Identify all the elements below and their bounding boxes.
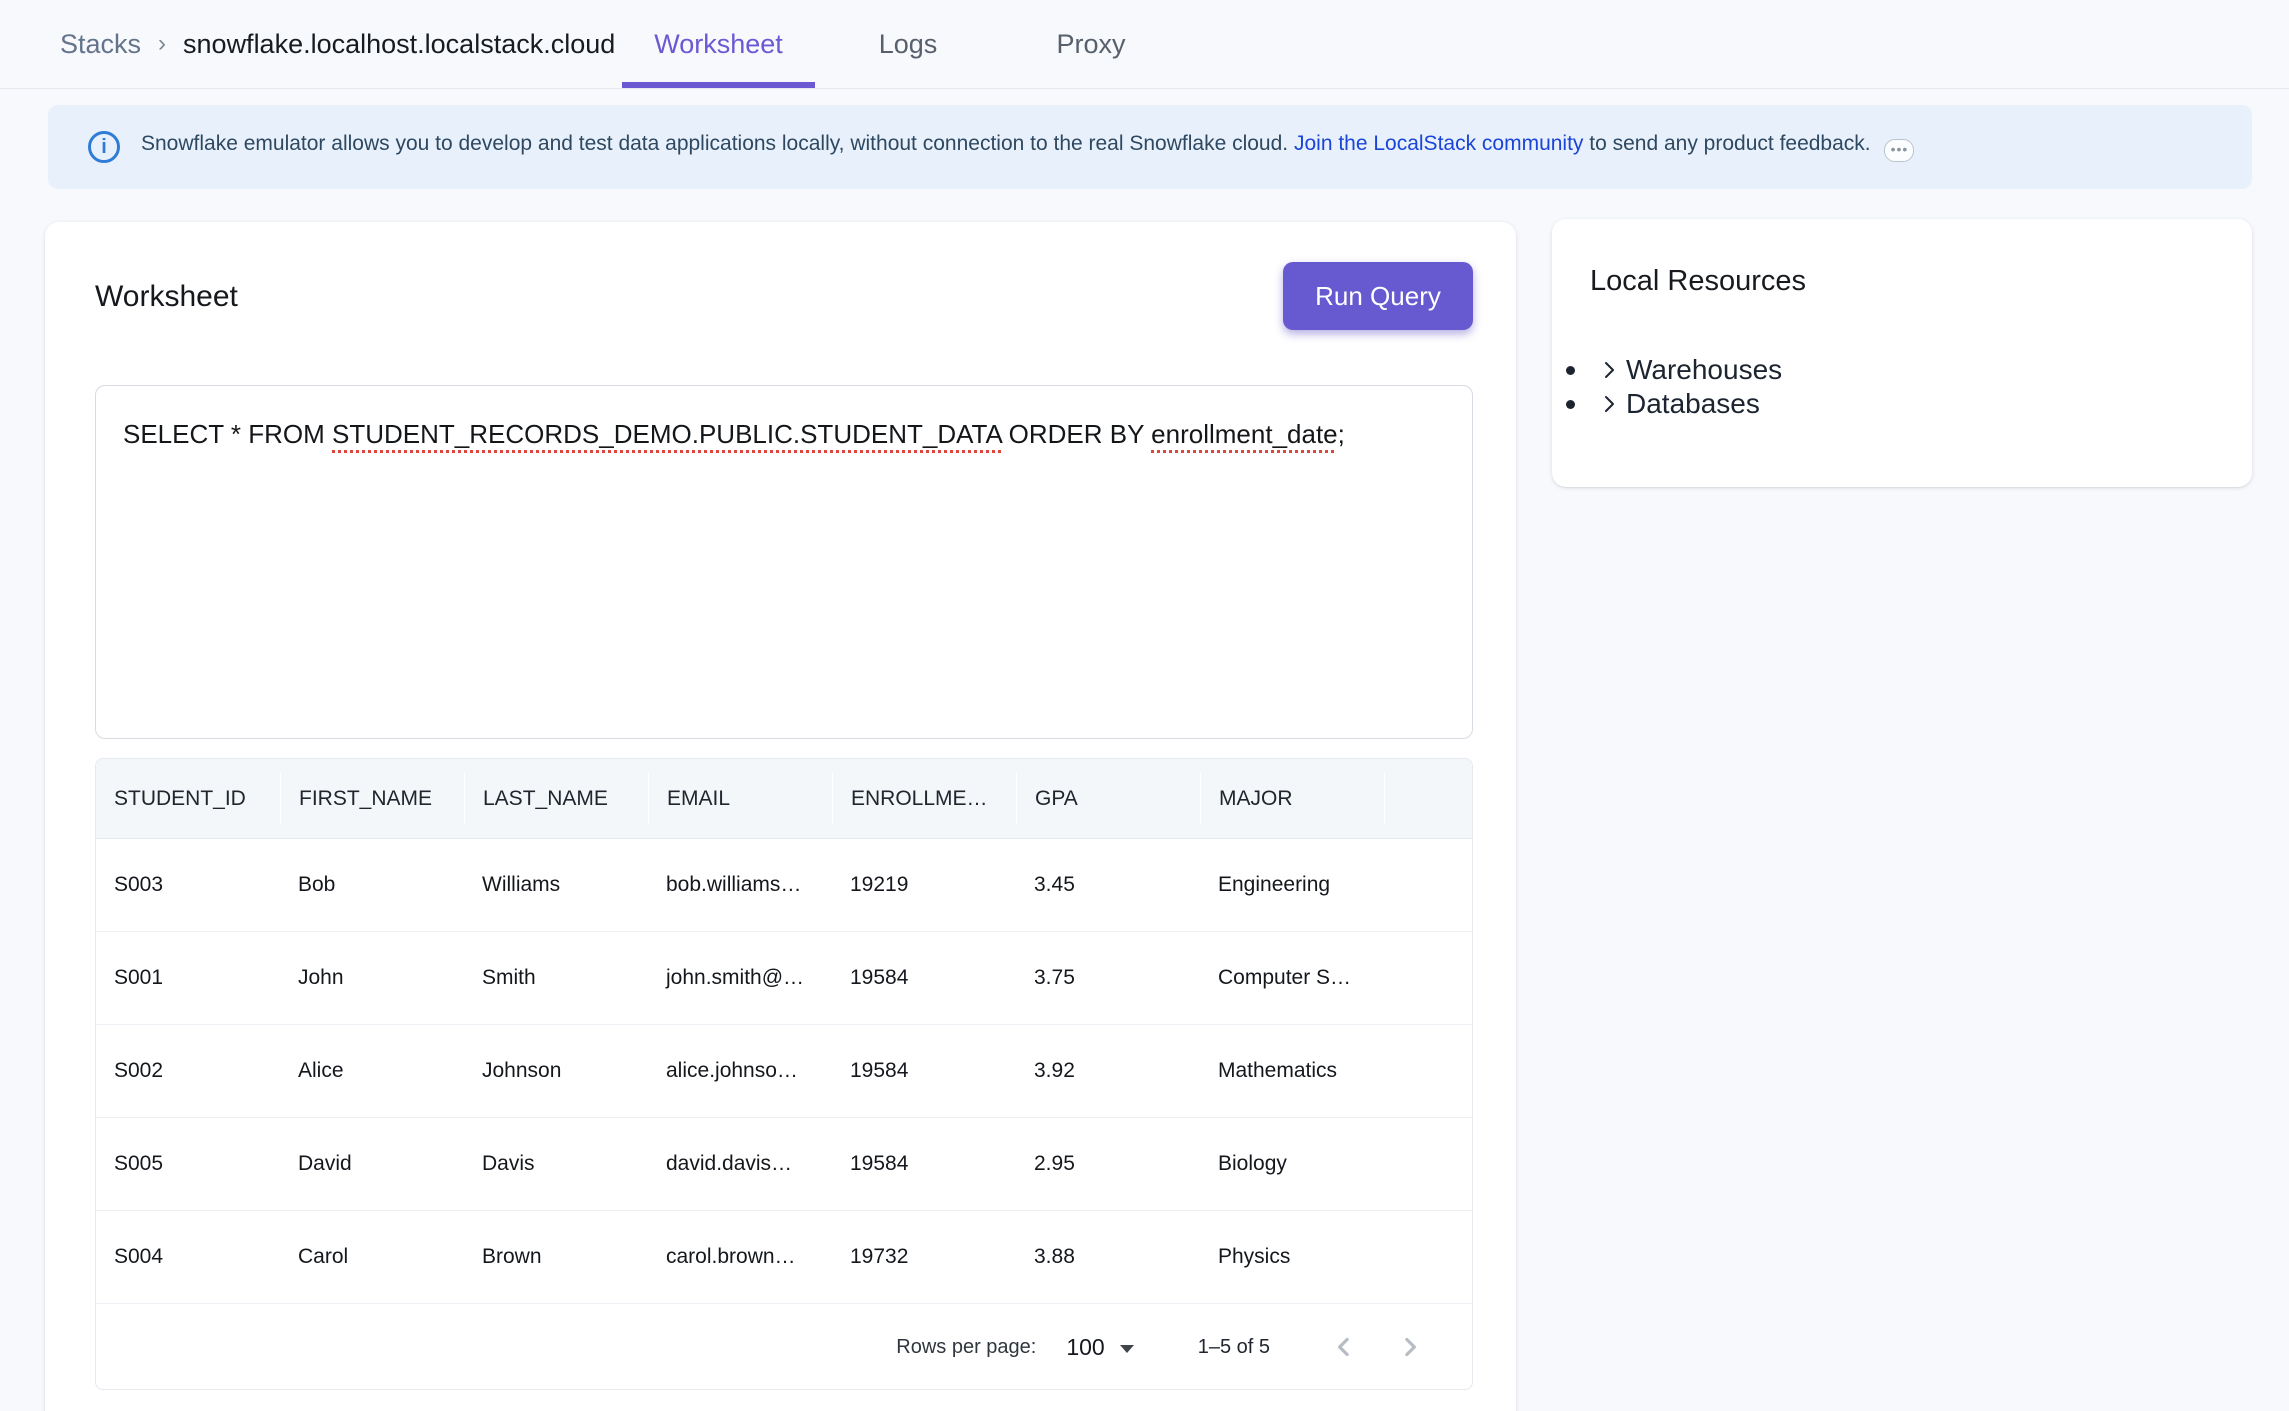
table-cell: 3.92 xyxy=(1016,1059,1200,1083)
bullet-icon xyxy=(1566,400,1575,409)
table-cell: 3.45 xyxy=(1016,873,1200,897)
table-cell: Johnson xyxy=(464,1059,648,1083)
rows-per-page-label: Rows per page: xyxy=(896,1336,1036,1359)
table-cell: Bob xyxy=(280,873,464,897)
sql-text-prefix: SELECT * FROM xyxy=(123,419,332,449)
worksheet-panel: Worksheet Run Query SELECT * FROM STUDEN… xyxy=(45,222,1516,1411)
table-cell: john.smith@… xyxy=(648,966,832,990)
column-header-spacer xyxy=(1384,773,1472,825)
table-header-row: STUDENT_IDFIRST_NAMELAST_NAMEEMAILENROLL… xyxy=(96,759,1472,839)
local-resources-title: Local Resources xyxy=(1590,265,1806,298)
column-header-first-name[interactable]: FIRST_NAME xyxy=(280,773,464,825)
table-cell: David xyxy=(280,1152,464,1176)
next-page-button[interactable] xyxy=(1392,1329,1428,1365)
table-cell: S005 xyxy=(96,1152,280,1176)
column-header-gpa[interactable]: GPA xyxy=(1016,773,1200,825)
info-icon: i xyxy=(88,131,120,163)
breadcrumb: Stacks › snowflake.localhost.localstack.… xyxy=(60,24,615,64)
resource-item-label: Databases xyxy=(1626,388,1760,420)
speech-balloon-icon: ••• xyxy=(1884,139,1914,162)
table-cell: Biology xyxy=(1200,1152,1384,1176)
table-cell: 2.95 xyxy=(1016,1152,1200,1176)
table-cell: alice.johnso… xyxy=(648,1059,832,1083)
sql-table-reference: STUDENT_RECORDS_DEMO.PUBLIC.STUDENT_DATA xyxy=(332,419,1001,449)
rows-per-page-select[interactable]: 100 xyxy=(1066,1334,1133,1361)
table-row[interactable]: S005DavidDavisdavid.davis…195842.95Biolo… xyxy=(96,1118,1472,1211)
pagination-range: 1–5 of 5 xyxy=(1198,1336,1270,1359)
tab-worksheet[interactable]: Worksheet xyxy=(622,24,815,64)
table-cell: Alice xyxy=(280,1059,464,1083)
breadcrumb-stacks-link[interactable]: Stacks xyxy=(60,29,141,60)
table-cell: John xyxy=(280,966,464,990)
table-cell: S003 xyxy=(96,873,280,897)
table-cell: Computer S… xyxy=(1200,966,1384,990)
resource-item-databases[interactable]: Databases xyxy=(1562,387,1782,421)
table-row[interactable]: S002AliceJohnsonalice.johnso…195843.92Ma… xyxy=(96,1025,1472,1118)
column-header-student-id[interactable]: STUDENT_ID xyxy=(96,773,280,825)
banner-text-before: Snowflake emulator allows you to develop… xyxy=(141,132,1294,155)
resource-item-label: Warehouses xyxy=(1626,354,1782,386)
top-navigation: Stacks › snowflake.localhost.localstack.… xyxy=(0,0,2289,89)
table-cell: carol.brown… xyxy=(648,1245,832,1269)
sql-text-suffix: ; xyxy=(1338,419,1345,449)
table-body: S003BobWilliamsbob.williams…192193.45Eng… xyxy=(96,839,1472,1304)
table-pagination: Rows per page: 100 1–5 of 5 xyxy=(96,1304,1472,1390)
table-cell: Carol xyxy=(280,1245,464,1269)
breadcrumb-separator-icon: › xyxy=(158,30,166,58)
column-header-enrollme-[interactable]: ENROLLME… xyxy=(832,773,1016,825)
column-header-last-name[interactable]: LAST_NAME xyxy=(464,773,648,825)
chevron-right-icon xyxy=(1597,358,1621,382)
column-header-email[interactable]: EMAIL xyxy=(648,773,832,825)
tab-proxy[interactable]: Proxy xyxy=(1016,24,1166,64)
table-cell: bob.williams… xyxy=(648,873,832,897)
table-cell: S001 xyxy=(96,966,280,990)
previous-page-button[interactable] xyxy=(1326,1329,1362,1365)
chevron-right-icon xyxy=(1395,1332,1425,1362)
table-cell: Brown xyxy=(464,1245,648,1269)
table-cell: 19219 xyxy=(832,873,1016,897)
rows-per-page-value: 100 xyxy=(1066,1334,1104,1361)
sql-text-middle: ORDER BY xyxy=(1001,419,1151,449)
table-row[interactable]: S001JohnSmithjohn.smith@…195843.75Comput… xyxy=(96,932,1472,1025)
bullet-icon xyxy=(1566,366,1575,375)
local-resources-list: WarehousesDatabases xyxy=(1562,353,1782,421)
table-row[interactable]: S003BobWilliamsbob.williams…192193.45Eng… xyxy=(96,839,1472,932)
breadcrumb-current-stack: snowflake.localhost.localstack.cloud xyxy=(183,29,615,60)
table-cell: Physics xyxy=(1200,1245,1384,1269)
table-cell: Williams xyxy=(464,873,648,897)
table-cell: david.davis… xyxy=(648,1152,832,1176)
run-query-button[interactable]: Run Query xyxy=(1283,262,1473,330)
info-banner: i Snowflake emulator allows you to devel… xyxy=(48,105,2252,189)
active-tab-indicator xyxy=(622,82,815,88)
table-row[interactable]: S004CarolBrowncarol.brown…197323.88Physi… xyxy=(96,1211,1472,1304)
chevron-left-icon xyxy=(1329,1332,1359,1362)
table-cell: Mathematics xyxy=(1200,1059,1384,1083)
table-cell: 19584 xyxy=(832,1152,1016,1176)
banner-text: Snowflake emulator allows you to develop… xyxy=(141,132,1914,162)
table-cell: Smith xyxy=(464,966,648,990)
caret-down-icon xyxy=(1120,1345,1134,1353)
worksheet-panel-title: Worksheet xyxy=(95,280,238,314)
column-header-major[interactable]: MAJOR xyxy=(1200,773,1384,825)
table-cell: 19584 xyxy=(832,966,1016,990)
table-cell: 3.88 xyxy=(1016,1245,1200,1269)
tab-logs[interactable]: Logs xyxy=(833,24,983,64)
sql-editor[interactable]: SELECT * FROM STUDENT_RECORDS_DEMO.PUBLI… xyxy=(95,385,1473,739)
table-cell: 19732 xyxy=(832,1245,1016,1269)
table-cell: S004 xyxy=(96,1245,280,1269)
table-cell: 3.75 xyxy=(1016,966,1200,990)
localstack-community-link[interactable]: Join the LocalStack community xyxy=(1294,132,1583,155)
table-cell: Engineering xyxy=(1200,873,1384,897)
table-cell: 19584 xyxy=(832,1059,1016,1083)
local-resources-panel: Local Resources WarehousesDatabases xyxy=(1552,219,2252,487)
banner-text-after: to send any product feedback. xyxy=(1583,132,1870,155)
table-cell: S002 xyxy=(96,1059,280,1083)
chevron-right-icon xyxy=(1597,392,1621,416)
sql-order-field: enrollment_date xyxy=(1151,419,1337,449)
results-table: STUDENT_IDFIRST_NAMELAST_NAMEEMAILENROLL… xyxy=(95,758,1473,1390)
table-cell: Davis xyxy=(464,1152,648,1176)
resource-item-warehouses[interactable]: Warehouses xyxy=(1562,353,1782,387)
